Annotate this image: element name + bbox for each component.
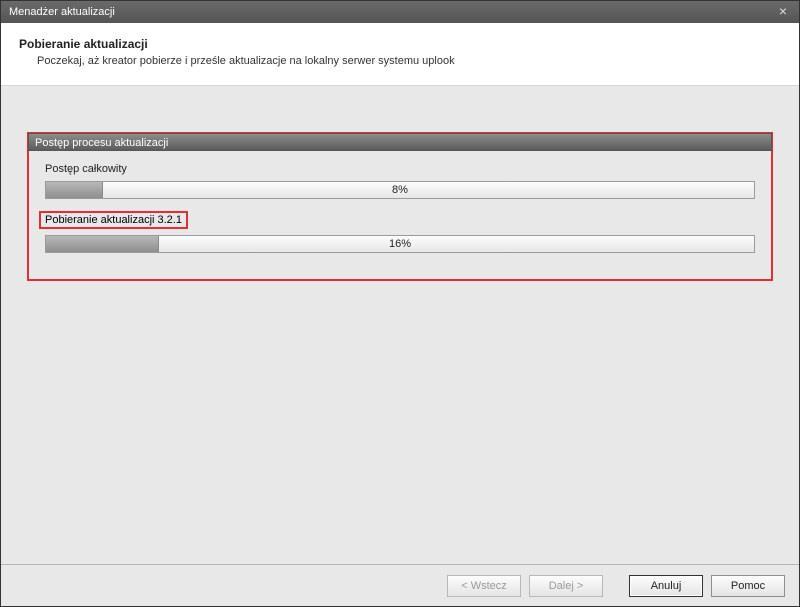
progress-section-header: Postęp procesu aktualizacji — [28, 133, 772, 151]
page-header: Pobieranie aktualizacji Poczekaj, aż kre… — [1, 23, 799, 86]
help-button[interactable]: Pomoc — [711, 575, 785, 597]
overall-progress-bar: 8% — [45, 181, 755, 199]
download-progress-text: 16% — [46, 236, 754, 252]
window-title: Menadżer aktualizacji — [9, 6, 775, 18]
download-progress-group: Pobieranie aktualizacji 3.2.1 16% — [29, 199, 771, 253]
page-body: Postęp procesu aktualizacji Postęp całko… — [1, 86, 799, 564]
close-icon[interactable]: × — [775, 4, 791, 20]
button-bar: < Wstecz Dalej > Anuluj Pomoc — [1, 564, 799, 606]
update-manager-window: Menadżer aktualizacji × Pobieranie aktua… — [0, 0, 800, 607]
next-button: Dalej > — [529, 575, 603, 597]
progress-section-highlight: Postęp procesu aktualizacji Postęp całko… — [27, 132, 773, 281]
cancel-button[interactable]: Anuluj — [629, 575, 703, 597]
titlebar: Menadżer aktualizacji × — [1, 1, 799, 23]
page-title: Pobieranie aktualizacji — [19, 37, 781, 51]
download-progress-label: Pobieranie aktualizacji 3.2.1 — [39, 211, 188, 229]
overall-progress-label: Postęp całkowity — [45, 163, 755, 175]
back-button: < Wstecz — [447, 575, 521, 597]
overall-progress-text: 8% — [46, 182, 754, 198]
content-area: Pobieranie aktualizacji Poczekaj, aż kre… — [1, 23, 799, 606]
overall-progress-group: Postęp całkowity 8% — [29, 151, 771, 199]
page-subtitle: Poczekaj, aż kreator pobierze i prześle … — [19, 55, 781, 67]
download-progress-bar: 16% — [45, 235, 755, 253]
